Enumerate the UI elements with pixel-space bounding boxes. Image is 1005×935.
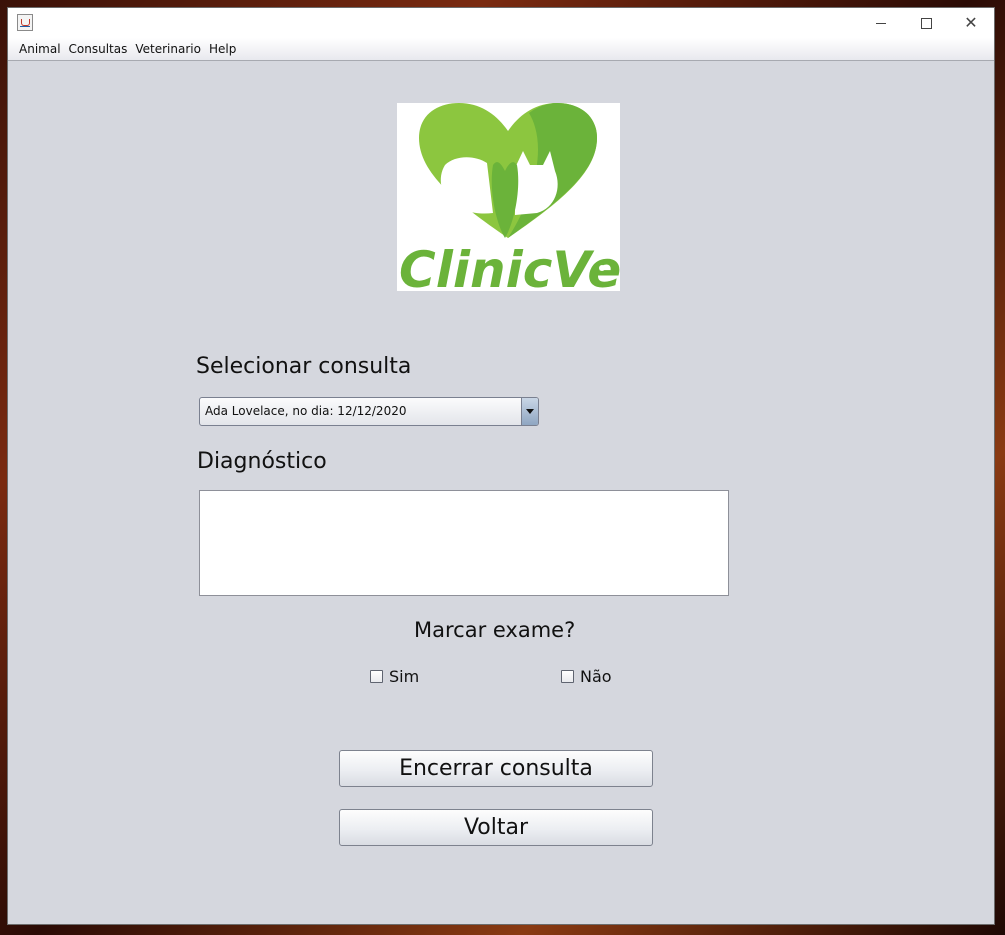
clinicvet-logo: ClinicVet [397, 103, 647, 299]
dropdown-arrow-button[interactable] [521, 398, 538, 425]
back-button[interactable]: Voltar [339, 809, 653, 846]
exam-no-checkbox[interactable]: Não [561, 667, 612, 686]
menu-animal[interactable]: Animal [15, 38, 65, 60]
consultation-combobox[interactable]: Ada Lovelace, no dia: 12/12/2020 [199, 397, 539, 426]
chevron-down-icon [526, 409, 534, 414]
diagnosis-label: Diagnóstico [197, 449, 327, 474]
maximize-icon [920, 17, 932, 29]
clinicvet-logo-image: ClinicVet [399, 103, 647, 299]
app-window: ✕ Animal Consultas Veterinario Help Clin… [8, 8, 994, 924]
select-consultation-label: Selecionar consulta [196, 354, 412, 379]
close-icon: ✕ [964, 13, 978, 32]
title-bar: ✕ [8, 8, 994, 38]
checkbox-box-icon[interactable] [561, 670, 574, 683]
maximize-button[interactable] [903, 8, 949, 38]
exam-no-label: Não [580, 667, 612, 686]
exam-question-label: Marcar exame? [414, 618, 576, 642]
menu-consultas[interactable]: Consultas [65, 38, 132, 60]
exam-yes-checkbox[interactable]: Sim [370, 667, 419, 686]
diagnosis-textarea[interactable] [199, 490, 729, 596]
checkbox-box-icon[interactable] [370, 670, 383, 683]
menu-bar: Animal Consultas Veterinario Help [8, 38, 994, 61]
java-app-icon[interactable] [17, 14, 33, 31]
consultation-combobox-value: Ada Lovelace, no dia: 12/12/2020 [205, 404, 407, 418]
exam-yes-label: Sim [389, 667, 420, 686]
close-consultation-button[interactable]: Encerrar consulta [339, 750, 653, 787]
close-button[interactable]: ✕ [948, 8, 994, 38]
menu-veterinario[interactable]: Veterinario [131, 38, 205, 60]
menu-help[interactable]: Help [205, 38, 240, 60]
minimize-button[interactable] [858, 8, 904, 38]
svg-text:ClinicVet: ClinicVet [399, 241, 620, 291]
minimize-icon [876, 22, 886, 24]
